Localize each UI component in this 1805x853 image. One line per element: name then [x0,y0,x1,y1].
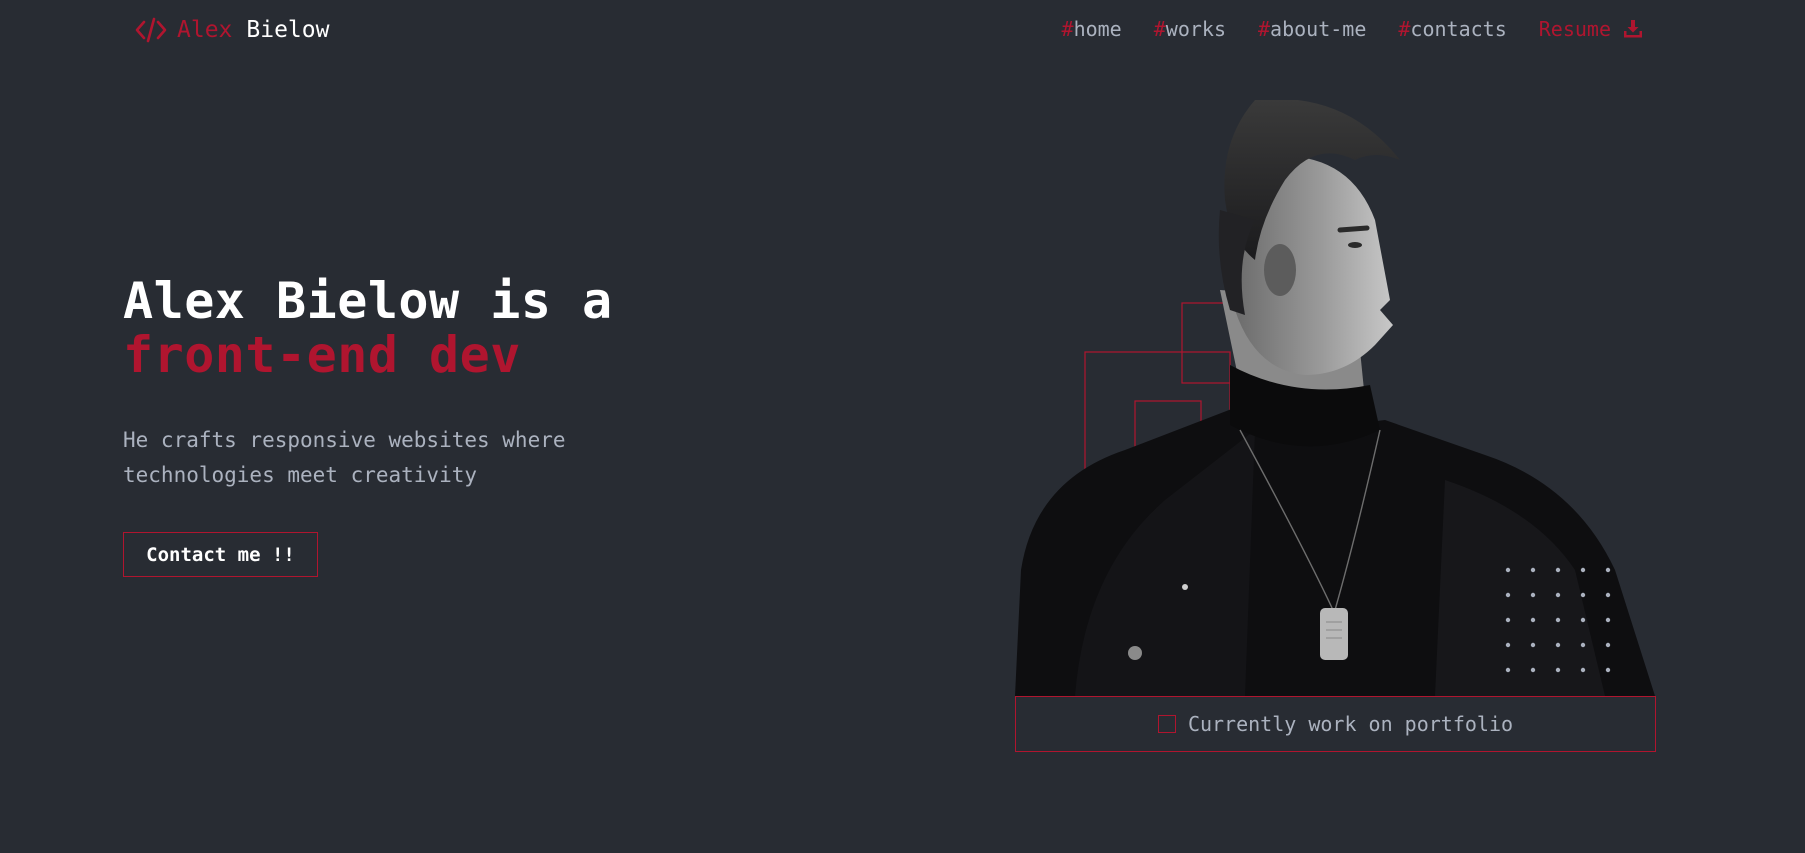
nav-hash: # [1061,17,1074,41]
page: Alex Bielow #home #works #about-me #cont… [0,0,1805,853]
resume-label: Resume [1538,17,1611,41]
code-brackets-icon [135,17,167,43]
nav-label: about-me [1270,17,1367,41]
nav-label: contacts [1410,17,1507,41]
hero-description: He crafts responsive websites where tech… [123,428,566,487]
nav-item-contacts[interactable]: #contacts [1398,15,1506,43]
nav-item-about-me[interactable]: #about-me [1258,15,1366,43]
nav-hash: # [1258,17,1271,41]
download-icon [1624,20,1642,38]
logo-first-name: Alex [177,17,233,43]
nav-label: home [1073,17,1122,41]
nav-hash: # [1398,17,1411,41]
hero-title-line: Alex Bielow is a [123,272,613,330]
logo-last-name: Bielow [246,17,330,43]
nav-label: works [1165,17,1226,41]
main-nav: #home #works #about-me #contacts Resume [1030,15,1643,43]
contact-me-button[interactable]: Contact me !! [123,532,318,577]
nav-item-works[interactable]: #works [1154,15,1226,43]
decorative-dot-grid [1505,567,1611,673]
status-label: Currently work on portfolio [1187,712,1514,736]
status-box: Currently work on portfolio [1015,696,1656,752]
nav-hash: # [1153,17,1166,41]
nav-item-home[interactable]: #home [1062,15,1122,43]
hero-title: Alex Bielow is a front-end dev [123,274,613,382]
square-outline-icon [1157,715,1176,733]
hero-title-accent: front-end dev [123,326,521,384]
resume-link[interactable]: Resume [1539,15,1643,43]
logo[interactable]: Alex Bielow [135,14,329,46]
